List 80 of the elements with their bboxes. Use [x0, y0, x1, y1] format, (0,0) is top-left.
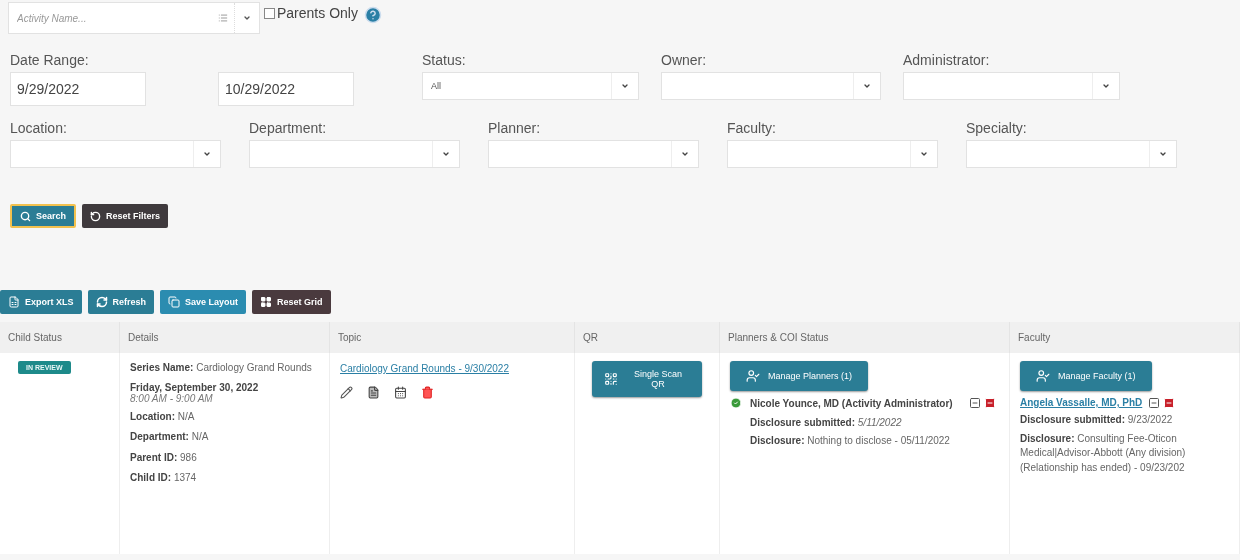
dropdown-field[interactable] [903, 72, 1120, 100]
filter-label: Location: [10, 120, 68, 136]
event-time: 8:00 AM - 9:00 AM [130, 392, 213, 404]
planner-name: Nicole Younce, MD (Activity Administrator) [750, 397, 953, 411]
activity-name-combobox[interactable]: Activity Name... [8, 2, 260, 34]
grid-icon [260, 296, 273, 308]
parents-only-checkbox[interactable] [264, 7, 275, 19]
qr-icon [604, 372, 618, 386]
filter-label: Specialty: [966, 120, 1028, 136]
filter-label: Owner: [661, 52, 708, 68]
dropdown-field[interactable] [10, 140, 221, 168]
reset-filters-button[interactable]: Reset Filters [82, 204, 169, 228]
detail-text: Series Name: Cardiology Grand Rounds [130, 361, 312, 375]
detail-text: Child ID: 1374 [130, 471, 197, 485]
spreadsheet-icon [8, 296, 20, 308]
toolbar-button[interactable]: Reset Grid [252, 290, 331, 314]
caret-icon [863, 82, 871, 90]
user-check-icon [746, 369, 760, 383]
disclosure-submitted: Disclosure submitted: 9/23/2022 [1020, 413, 1174, 427]
edit-icon[interactable] [340, 386, 353, 399]
activity-name-field[interactable]: Activity Name... [9, 12, 218, 24]
detail-text: Parent ID: 986 [130, 450, 197, 465]
refresh-icon [95, 296, 108, 308]
caret-icon [920, 150, 928, 158]
toolbar-button[interactable]: Save Layout [160, 290, 247, 314]
caret-icon [203, 150, 211, 158]
user-check-icon [1036, 369, 1050, 383]
caret-icon [621, 82, 629, 90]
minus-icon[interactable] [1148, 397, 1161, 409]
column-header: Faculty [1010, 322, 1240, 353]
detail-text: Location: N/A [130, 409, 195, 424]
column-header: Planners & COI Status [720, 322, 1010, 353]
faculty-link[interactable]: Angela Vassalle, MD, PhD [1020, 397, 1143, 408]
column-header: QR [575, 322, 720, 353]
dropdown-field[interactable] [249, 140, 460, 168]
event-date: Friday, September 30, 2022 [130, 381, 259, 393]
dropdown-field[interactable] [727, 140, 938, 168]
dropdown-field[interactable] [966, 140, 1177, 168]
reset-icon [90, 210, 102, 222]
dropdown-field[interactable] [661, 72, 881, 100]
column-header: Details [120, 322, 330, 353]
copy-icon [168, 296, 181, 308]
caret-icon [681, 150, 689, 158]
document-icon[interactable] [367, 386, 380, 399]
caret-icon [442, 150, 450, 158]
date-field[interactable]: 9/29/2022 [10, 72, 146, 106]
caret-icon [243, 14, 251, 22]
manage-planners-button[interactable]: Manage Planners (1) [730, 361, 869, 391]
column-header: Child Status [0, 322, 120, 353]
topic-link[interactable]: Cardiology Grand Rounds - 9/30/2022 [340, 361, 509, 376]
dropdown-field[interactable]: All [422, 72, 639, 100]
detail-text: Department: N/A [130, 430, 209, 444]
trash-icon[interactable] [421, 386, 434, 399]
toolbar-button[interactable]: Refresh [87, 290, 155, 314]
filter-label: Date Range: [10, 52, 90, 68]
search-button[interactable]: Search [10, 204, 77, 228]
caret-icon [1102, 82, 1110, 90]
disclosure-text: Disclosure: Consulting Fee-Oticon Medical|Advisor-Abbott (Any division) (Relationship has ended) - 09/23/202 [1020, 431, 1187, 475]
column-header: Topic [330, 322, 575, 353]
single-scan-qr-button[interactable]: Single Scan QR [592, 361, 702, 397]
disclosure-text: Disclosure: Nothing to disclose - 05/11/2022 [750, 434, 951, 448]
caret-icon [1159, 150, 1167, 158]
filter-label: Department: [249, 120, 328, 136]
disclosure-submitted: Disclosure submitted: 5/11/2022 [750, 415, 903, 430]
toolbar-button[interactable]: Export XLS [0, 290, 82, 314]
filter-label: Status: [422, 52, 467, 68]
remove-icon[interactable] [1163, 397, 1176, 409]
calendar-icon[interactable] [394, 386, 407, 399]
remove-icon[interactable] [983, 397, 996, 409]
dropdown-field[interactable] [488, 140, 699, 168]
filter-label: Planner: [488, 120, 542, 136]
help-icon[interactable] [363, 6, 382, 24]
minus-icon[interactable] [968, 397, 981, 409]
list-icon [218, 13, 228, 23]
date-field[interactable]: 10/29/2022 [218, 72, 354, 106]
checkbox-label: Parents Only [277, 5, 358, 21]
filter-label: Faculty: [727, 120, 777, 136]
filter-label: Administrator: [903, 52, 991, 68]
search-icon [20, 210, 31, 222]
manage-faculty-button[interactable]: Manage Faculty (1) [1020, 361, 1152, 391]
